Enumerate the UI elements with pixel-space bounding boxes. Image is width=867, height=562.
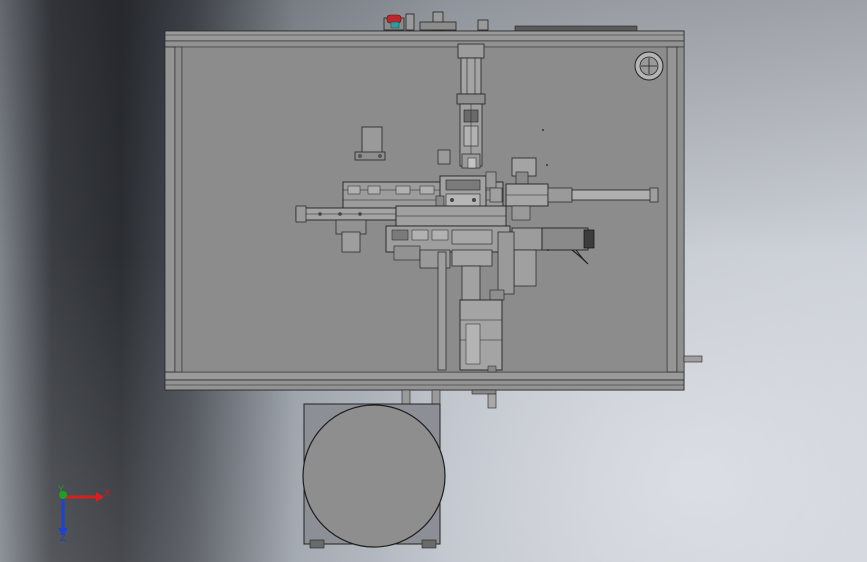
rotary-turntable[interactable] (302, 403, 446, 549)
y-axis-label: Y (58, 484, 64, 494)
coordinate-triad: X Y Z (58, 484, 111, 544)
gauge-dial[interactable] (634, 51, 664, 81)
x-axis-label: X (104, 488, 111, 499)
cad-graphics-area[interactable]: X Y Z (0, 0, 867, 562)
teal-cap (390, 21, 400, 29)
z-axis-label: Z (60, 533, 66, 544)
